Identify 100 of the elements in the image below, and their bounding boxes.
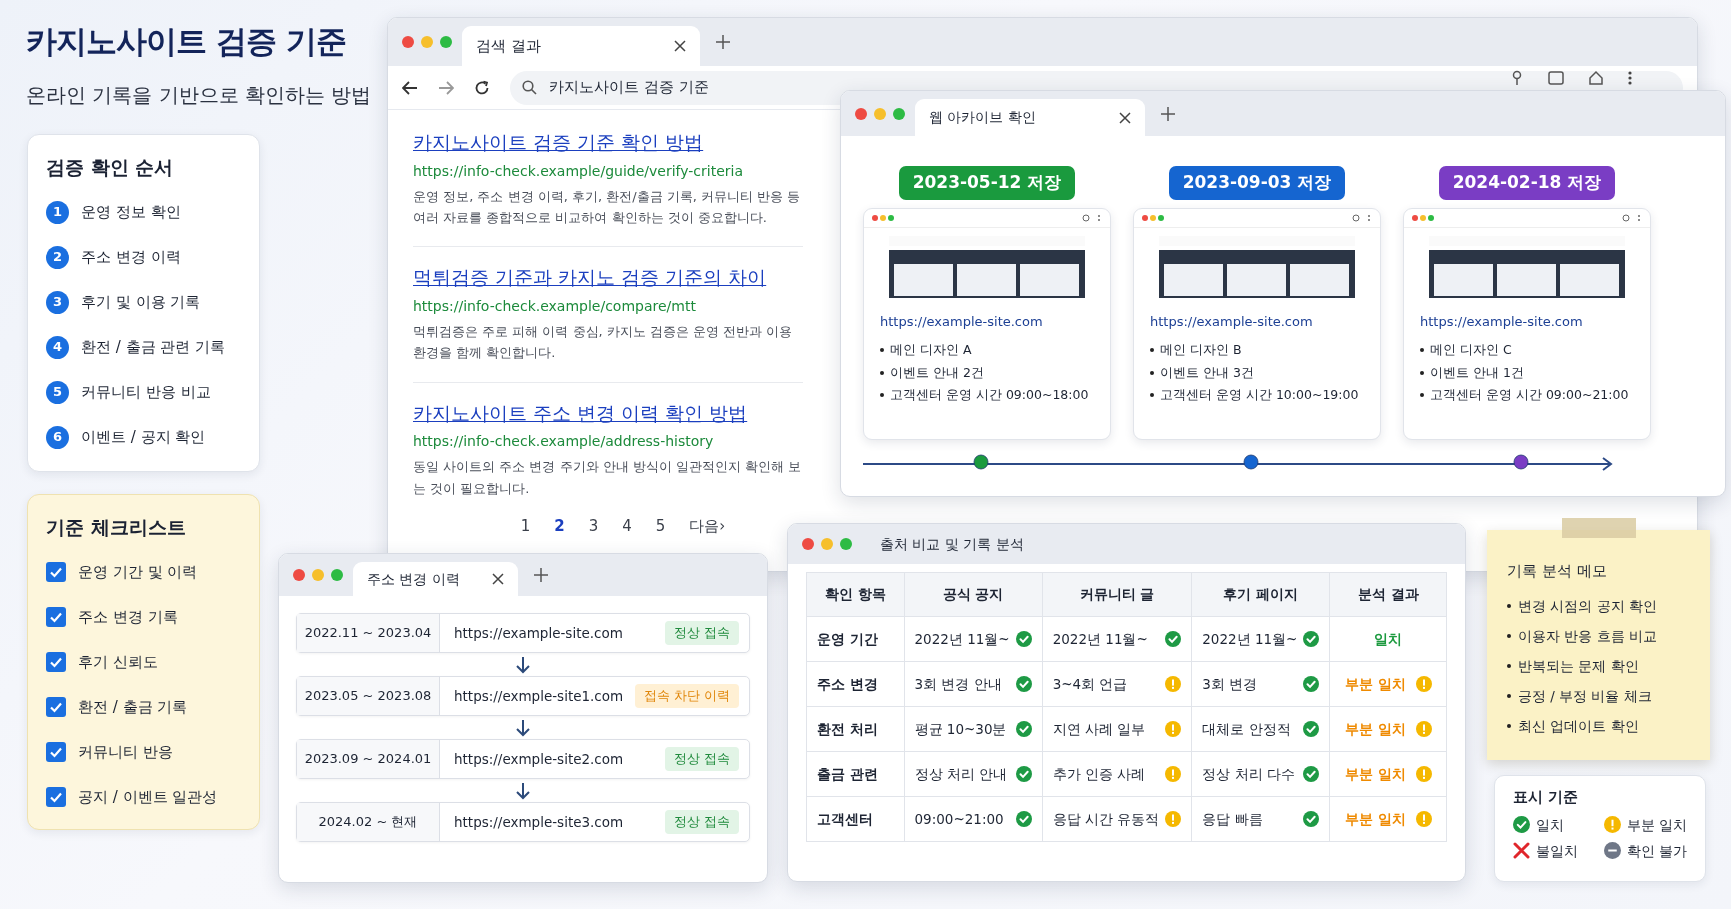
plus-icon[interactable] bbox=[716, 35, 730, 49]
table-cell-text: 정상 처리 안내 bbox=[914, 764, 1008, 784]
bullet-icon bbox=[1150, 348, 1154, 353]
window-control-icon bbox=[1142, 214, 1164, 221]
warning-circle-icon bbox=[1415, 811, 1432, 827]
warning-circle-icon bbox=[1165, 766, 1182, 782]
bullet-icon bbox=[880, 370, 884, 375]
browser-tab[interactable]: 주소 변경 이력 bbox=[353, 562, 518, 596]
bullet-icon bbox=[1507, 663, 1511, 668]
close-icon[interactable] bbox=[492, 573, 504, 585]
result-title-link[interactable]: 먹튀검증 기준과 카지노 검증 기준의 차이 bbox=[413, 263, 803, 292]
bullet-icon bbox=[1507, 723, 1511, 728]
window-icon[interactable] bbox=[1548, 70, 1564, 86]
checklist-label: 커뮤니티 반응 bbox=[78, 741, 173, 763]
checklist-label: 환전 / 출금 기록 bbox=[78, 696, 188, 718]
checkbox[interactable] bbox=[46, 562, 66, 582]
checklist-label: 공지 / 이벤트 일관성 bbox=[78, 786, 218, 808]
window-control-icon[interactable] bbox=[802, 538, 814, 550]
bullet-icon bbox=[1420, 370, 1424, 375]
forward-arrow-icon[interactable] bbox=[438, 80, 454, 95]
url-cell-text: https://example-site.com bbox=[453, 623, 624, 643]
home-icon[interactable] bbox=[1588, 70, 1604, 86]
status-badge: 정상 접속 bbox=[665, 620, 739, 646]
checkbox[interactable] bbox=[46, 607, 66, 627]
result-snippet: 운영 정보, 주소 변경 이력, 후기, 환전/출금 기록, 커뮤니티 반응 등 여러 자료를 종합적으로 비교하여 확인하는 것이 중요합니다. bbox=[413, 187, 802, 227]
more-options-icon[interactable] bbox=[1628, 70, 1632, 86]
column-header: 확인 항목 bbox=[806, 572, 904, 617]
more-options-icon bbox=[1082, 213, 1102, 222]
warning-circle-icon bbox=[1165, 676, 1182, 692]
check-circle-icon bbox=[1303, 766, 1320, 782]
minus-circle-icon bbox=[1603, 842, 1621, 860]
result-title-link[interactable]: 카지노사이트 검증 기준 확인 방법 bbox=[413, 128, 803, 157]
date-badge: 2024-02-18 저장 bbox=[1438, 166, 1616, 200]
url-cell-text: https://exmple-site1.com bbox=[453, 686, 625, 706]
checkbox[interactable] bbox=[46, 697, 66, 717]
checkbox[interactable] bbox=[46, 652, 66, 672]
page-link[interactable]: 3 bbox=[584, 515, 603, 538]
key-icon[interactable] bbox=[1510, 70, 1524, 86]
page-title: 카지노사이트 검증 기준 bbox=[26, 22, 346, 61]
legend-title: 표시 기준 bbox=[1513, 787, 1580, 808]
legend-label: 부분 일치 bbox=[1626, 815, 1687, 835]
check-circle-icon bbox=[1015, 811, 1032, 827]
plus-icon[interactable] bbox=[1161, 106, 1175, 121]
window-control-icon[interactable] bbox=[402, 36, 414, 48]
step-label: 이벤트 / 공지 확인 bbox=[81, 426, 206, 448]
step-label: 운영 정보 확인 bbox=[81, 201, 181, 223]
column-header: 커뮤니티 글 bbox=[1042, 572, 1192, 617]
window-control-icon[interactable] bbox=[840, 538, 852, 550]
tab-title: 주소 변경 이력 bbox=[367, 569, 460, 589]
row-label: 주소 변경 bbox=[817, 674, 878, 694]
result-cell-text: 일치 bbox=[1374, 629, 1403, 649]
result-title-link[interactable]: 카지노사이트 주소 변경 이력 확인 방법 bbox=[413, 398, 803, 428]
column-header: 후기 페이지 bbox=[1191, 572, 1330, 617]
page-link[interactable]: 4 bbox=[618, 515, 636, 538]
result-cell-text: 부분 일치 bbox=[1344, 674, 1406, 694]
window-control-icon[interactable] bbox=[440, 36, 452, 48]
table-cell-text: 2022년 11월~ bbox=[1202, 629, 1298, 649]
page-link[interactable]: 5 bbox=[651, 515, 670, 538]
reload-icon[interactable] bbox=[474, 79, 490, 96]
table-cell-text: 3~4회 언급 bbox=[1052, 674, 1128, 694]
table-cell-text: 2022년 11월~ bbox=[1052, 629, 1148, 649]
snapshot-note: 이벤트 안내 2건 bbox=[890, 363, 984, 382]
close-icon[interactable] bbox=[674, 40, 686, 52]
browser-tab[interactable]: 웹 아카이브 확인 bbox=[915, 99, 1145, 136]
checkbox[interactable] bbox=[46, 787, 66, 807]
search-query: 카지노사이트 검증 기준 bbox=[549, 77, 709, 99]
warning-circle-icon bbox=[1165, 721, 1182, 737]
table-cell-text: 응답 시간 유동적 bbox=[1052, 809, 1160, 829]
window-control-icon[interactable] bbox=[855, 107, 867, 120]
step-number: 1 bbox=[46, 200, 69, 224]
result-cell-text: 부분 일치 bbox=[1344, 719, 1406, 739]
window-control-icon bbox=[872, 214, 894, 221]
warning-circle-icon bbox=[1415, 676, 1432, 692]
url-cell-text: https://exmple-site2.com bbox=[453, 749, 625, 769]
close-icon[interactable] bbox=[1119, 111, 1131, 124]
row-label: 운영 기간 bbox=[817, 629, 878, 649]
status-badge: 정상 접속 bbox=[665, 746, 739, 772]
window-control-icon[interactable] bbox=[331, 569, 343, 581]
step-label: 환전 / 출금 관련 기록 bbox=[81, 336, 226, 358]
page-link[interactable]: 다음› bbox=[685, 515, 730, 538]
legend-label: 일치 bbox=[1536, 815, 1564, 835]
plus-icon[interactable] bbox=[534, 568, 548, 582]
check-circle-icon bbox=[1015, 766, 1032, 782]
column-header: 공식 공지 bbox=[904, 572, 1043, 617]
page-link[interactable]: 1 bbox=[516, 515, 535, 538]
window-control-icon[interactable] bbox=[293, 569, 305, 581]
result-cell-text: 부분 일치 bbox=[1344, 764, 1406, 784]
back-arrow-icon[interactable] bbox=[402, 80, 418, 95]
snapshot-note: 메인 디자인 C bbox=[1430, 341, 1512, 359]
step-number: 2 bbox=[46, 245, 69, 269]
down-arrow-icon bbox=[516, 655, 530, 674]
table-cell-text: 대체로 안정적 bbox=[1202, 719, 1291, 739]
step-number: 5 bbox=[46, 380, 69, 404]
browser-tab[interactable]: 검색 결과 bbox=[462, 26, 700, 66]
checkbox[interactable] bbox=[46, 742, 66, 762]
status-badge: 정상 접속 bbox=[665, 809, 739, 835]
date-badge: 2023-09-03 저장 bbox=[1168, 166, 1346, 200]
window-control-icon[interactable] bbox=[893, 107, 905, 120]
page-link[interactable]: 2 bbox=[550, 515, 569, 538]
step-label: 커뮤니티 반응 비교 bbox=[81, 381, 211, 403]
